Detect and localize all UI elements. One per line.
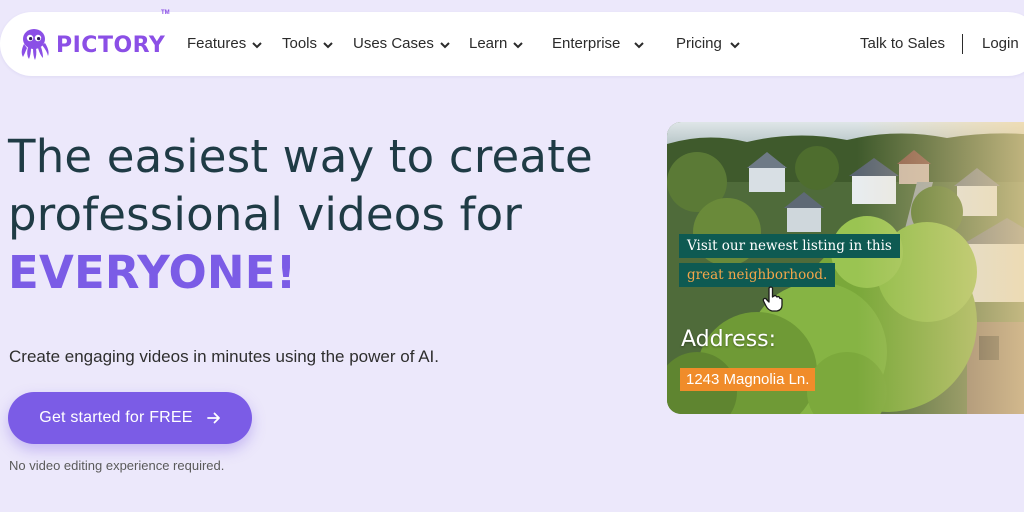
- nav-divider: [962, 34, 963, 54]
- top-navbar: PICTORY TM Features Tools Uses Cases Lea…: [0, 10, 1024, 76]
- video-caption-line-2: great neighborhood.: [679, 263, 836, 287]
- chevron-down-icon: [440, 41, 450, 48]
- nav-item-label: Pricing: [676, 35, 722, 52]
- chevron-down-icon: [634, 41, 645, 48]
- hero-title-accent: EVERYONE!: [8, 246, 297, 299]
- get-started-button[interactable]: Get started for FREE: [8, 392, 252, 444]
- login-link[interactable]: Login: [982, 35, 1019, 52]
- hero-title: The easiest way to create professional v…: [8, 128, 593, 302]
- hero-title-line-1: The easiest way to create: [8, 130, 593, 183]
- arrow-right-icon: [206, 412, 220, 424]
- no-experience-note: No video editing experience required.: [9, 458, 225, 473]
- chevron-down-icon: [513, 41, 524, 48]
- nav-item-label: Learn: [469, 35, 508, 52]
- video-caption-line-1: Visit our newest listing in this: [679, 234, 900, 258]
- hero-subtitle: Create engaging videos in minutes using …: [9, 347, 439, 366]
- talk-to-sales-link[interactable]: Talk to Sales: [860, 35, 945, 52]
- logo-wordmark: PICTORY: [56, 32, 166, 58]
- pictory-logo[interactable]: PICTORY: [16, 26, 165, 62]
- nav-item-learn[interactable]: Learn: [469, 35, 524, 52]
- octopus-logo-icon: [21, 29, 49, 60]
- hand-pointer-cursor-icon: [762, 286, 783, 312]
- hero-title-line-2: professional videos for: [8, 188, 523, 241]
- trademark-sign: TM: [161, 10, 170, 16]
- nav-item-label: Features: [187, 35, 247, 52]
- nav-item-pricing[interactable]: Pricing: [676, 35, 740, 52]
- get-started-label: Get started for FREE: [39, 409, 193, 426]
- chevron-down-icon: [730, 41, 740, 48]
- nav-item-features[interactable]: Features: [187, 35, 262, 52]
- chevron-down-icon: [323, 41, 333, 48]
- chevron-down-icon: [252, 41, 262, 48]
- nav-item-label: Tools: [282, 35, 318, 52]
- nav-item-label: Uses Cases: [353, 35, 434, 52]
- address-value: 1243 Magnolia Ln.: [680, 368, 816, 391]
- nav-item-label: Enterprise: [552, 35, 621, 52]
- address-label: Address:: [681, 327, 777, 352]
- nav-item-enterprise[interactable]: Enterprise: [552, 35, 645, 52]
- nav-item-uses-cases[interactable]: Uses Cases: [353, 35, 450, 52]
- nav-item-tools[interactable]: Tools: [282, 35, 333, 52]
